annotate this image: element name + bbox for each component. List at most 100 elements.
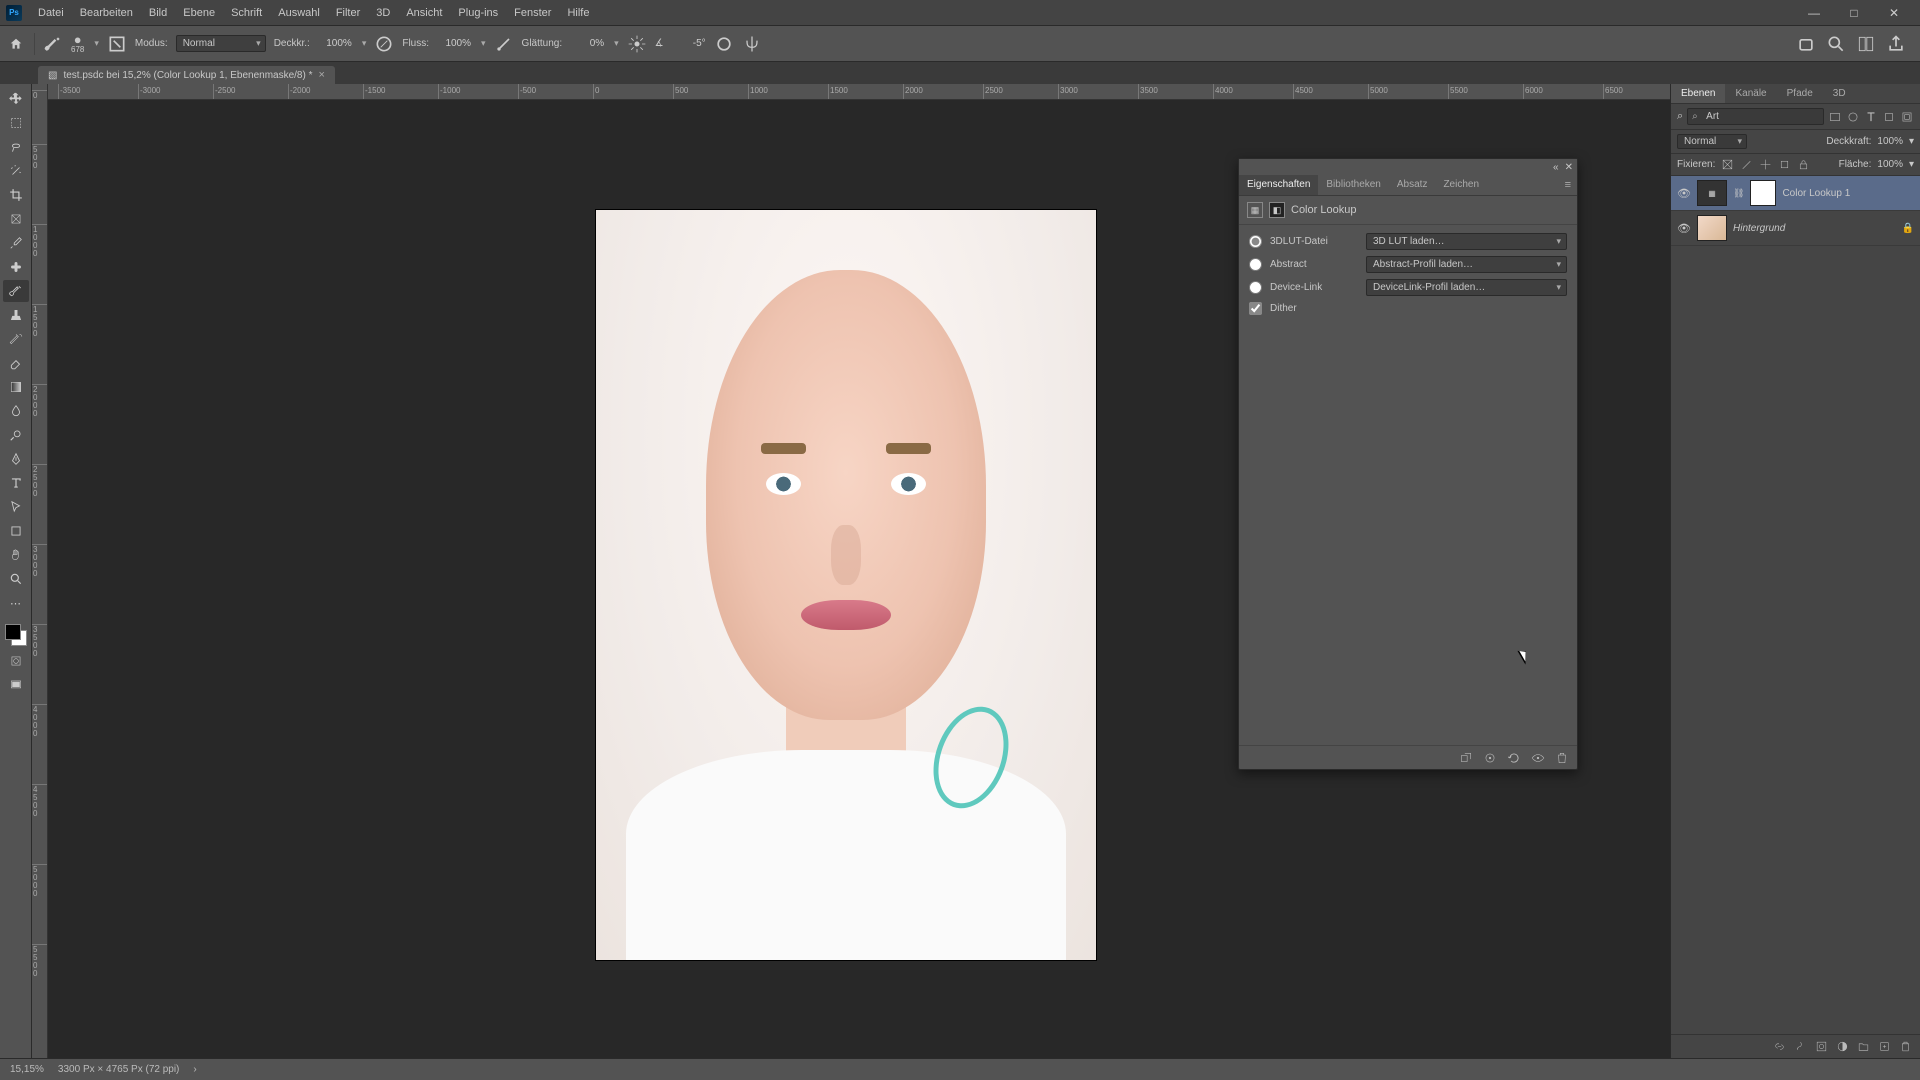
toggle-visibility-icon[interactable] [1531,751,1545,765]
collapse-panel-icon[interactable]: « [1553,162,1559,173]
clone-stamp-tool[interactable] [3,304,29,326]
tab-zeichen[interactable]: Zeichen [1435,175,1487,195]
lock-icon[interactable]: 🔒 [1902,223,1914,234]
abstract-dropdown[interactable]: Abstract-Profil laden… [1366,256,1567,273]
eyedropper-tool[interactable] [3,232,29,254]
close-panel-icon[interactable]: ✕ [1565,162,1573,173]
hand-tool[interactable] [3,544,29,566]
smoothing-value[interactable]: 0% [570,38,604,49]
blur-tool[interactable] [3,400,29,422]
dodge-tool[interactable] [3,424,29,446]
reset-icon[interactable] [1507,751,1521,765]
airbrush-icon[interactable] [494,34,514,54]
brush-panel-icon[interactable] [107,34,127,54]
3dlut-dropdown[interactable]: 3D LUT laden… [1366,233,1567,250]
properties-panel[interactable]: « ✕ Eigenschaften Bibliotheken Absatz Ze… [1238,158,1578,770]
move-tool[interactable] [3,88,29,110]
lock-all-icon[interactable] [1797,158,1810,171]
link-mask-icon[interactable]: ⛓ [1733,188,1744,199]
opacity-dropdown-icon[interactable]: ▾ [1909,136,1914,147]
marquee-tool[interactable] [3,112,29,134]
home-icon[interactable] [6,34,26,54]
history-brush-tool[interactable] [3,328,29,350]
delete-layer-icon[interactable] [1899,1040,1912,1053]
tab-3d[interactable]: 3D [1823,84,1856,103]
dither-checkbox[interactable] [1249,302,1262,315]
lasso-tool[interactable] [3,136,29,158]
lock-transparent-icon[interactable] [1721,158,1734,171]
vertical-ruler[interactable]: 0500100015002000250030003500400045005000… [32,84,48,1058]
horizontal-ruler[interactable]: -3500-3000-2500-2000-1500-1000-500050010… [48,84,1670,100]
tab-absatz[interactable]: Absatz [1389,175,1436,195]
opacity-dropdown-icon[interactable]: ▾ [362,38,367,49]
zoom-tool[interactable] [3,568,29,590]
close-window-button[interactable]: ✕ [1874,3,1914,23]
pressure-size-icon[interactable] [714,34,734,54]
quick-mask-icon[interactable] [3,650,29,672]
tab-bibliotheken[interactable]: Bibliotheken [1318,175,1388,195]
flow-dropdown-icon[interactable]: ▾ [481,38,486,49]
panel-titlebar[interactable]: « ✕ [1239,159,1577,175]
tab-eigenschaften[interactable]: Eigenschaften [1239,175,1318,195]
blend-mode-dropdown[interactable]: Normal [176,35,266,52]
eraser-tool[interactable] [3,352,29,374]
screen-mode-icon[interactable] [3,674,29,696]
canvas-stage[interactable]: « ✕ Eigenschaften Bibliotheken Absatz Ze… [48,100,1670,1058]
crop-tool[interactable] [3,184,29,206]
foreground-color-swatch[interactable] [5,624,21,640]
new-layer-icon[interactable] [1878,1040,1891,1053]
visibility-icon[interactable]: 👁 [1677,222,1691,235]
devicelink-radio[interactable] [1249,281,1262,294]
devicelink-dropdown[interactable]: DeviceLink-Profil laden… [1366,279,1567,296]
menu-filter[interactable]: Filter [328,0,368,26]
fill-value[interactable]: 100% [1877,159,1903,170]
layer-row[interactable]: 👁Hintergrund🔒 [1671,211,1920,246]
document-canvas[interactable] [596,210,1096,960]
menu-3d[interactable]: 3D [368,0,398,26]
shape-tool[interactable] [3,520,29,542]
layer-thumbnail[interactable]: ▦ [1697,180,1727,206]
pressure-opacity-icon[interactable] [374,34,394,54]
brush-preset-dropdown-icon[interactable]: ▾ [94,38,99,49]
close-tab-icon[interactable]: × [319,69,325,81]
document-tab[interactable]: ▧ test.psdc bei 15,2% (Color Lookup 1, E… [38,66,335,84]
menu-hilfe[interactable]: Hilfe [559,0,597,26]
lock-position-icon[interactable] [1759,158,1772,171]
menu-auswahl[interactable]: Auswahl [270,0,328,26]
color-swatches[interactable] [3,622,29,648]
opacity-value[interactable]: 100% [318,38,352,49]
layer-blend-dropdown[interactable]: Normal [1677,134,1747,149]
smoothing-dropdown-icon[interactable]: ▾ [614,38,619,49]
add-mask-icon[interactable] [1815,1040,1828,1053]
filter-smart-icon[interactable] [1900,110,1914,124]
type-tool[interactable] [3,472,29,494]
menu-plug-ins[interactable]: Plug-ins [450,0,506,26]
menu-fenster[interactable]: Fenster [506,0,559,26]
frame-tool[interactable] [3,208,29,230]
fill-dropdown-icon[interactable]: ▾ [1909,159,1914,170]
edit-toolbar-icon[interactable]: ⋯ [3,592,29,614]
menu-bearbeiten[interactable]: Bearbeiten [72,0,141,26]
layer-mask-thumbnail[interactable] [1750,180,1776,206]
search-icon[interactable] [1826,34,1846,54]
layer-name[interactable]: Color Lookup 1 [1782,188,1914,199]
angle-value[interactable]: -5° [672,38,706,49]
smoothing-options-icon[interactable] [627,34,647,54]
abstract-radio[interactable] [1249,258,1262,271]
lock-nesting-icon[interactable] [1778,158,1791,171]
menu-schrift[interactable]: Schrift [223,0,270,26]
arrange-docs-icon[interactable] [1856,34,1876,54]
document-info[interactable]: 3300 Px × 4765 Px (72 ppi) [58,1064,179,1075]
flow-value[interactable]: 100% [437,38,471,49]
menu-bild[interactable]: Bild [141,0,175,26]
maximize-button[interactable]: □ [1834,3,1874,23]
filter-shape-icon[interactable] [1882,110,1896,124]
layer-row[interactable]: 👁▦⛓Color Lookup 1 [1671,176,1920,211]
docinfo-chevron-icon[interactable]: › [193,1064,196,1075]
menu-ansicht[interactable]: Ansicht [398,0,450,26]
lock-image-icon[interactable] [1740,158,1753,171]
brush-tool-icon[interactable] [43,34,63,54]
share-icon[interactable] [1886,34,1906,54]
symmetry-icon[interactable] [742,34,762,54]
new-group-icon[interactable] [1857,1040,1870,1053]
